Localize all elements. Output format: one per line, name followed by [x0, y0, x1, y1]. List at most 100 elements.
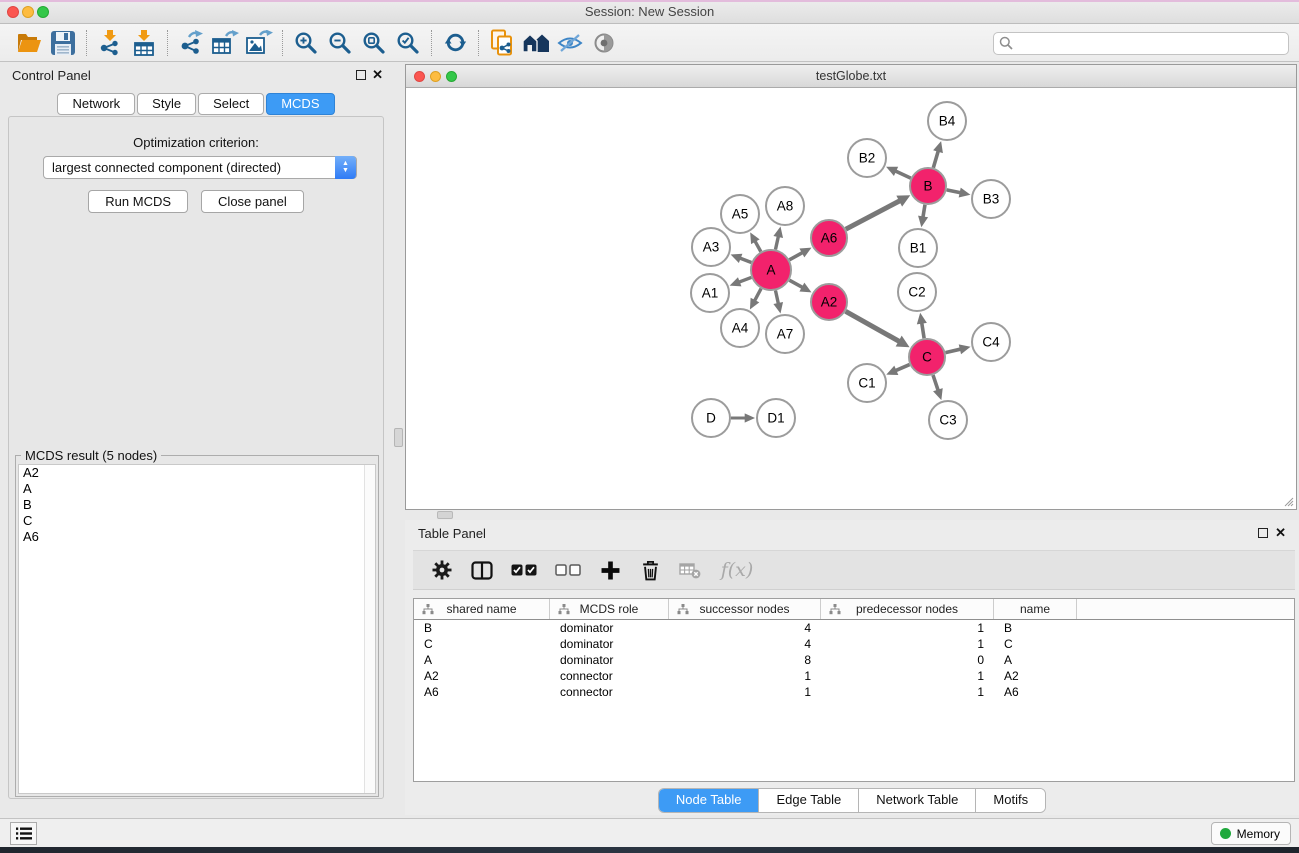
cell-successor-nodes[interactable]: 4 — [669, 620, 821, 636]
tab-node-table[interactable]: Node Table — [659, 789, 760, 812]
graph-edge-B-B2[interactable] — [895, 171, 911, 178]
cell-predecessor-nodes[interactable]: 1 — [821, 620, 994, 636]
table-float-icon[interactable] — [1258, 528, 1268, 538]
column-header-name[interactable]: name — [994, 599, 1077, 619]
zoom-fit-icon[interactable] — [357, 27, 391, 59]
graph-edge-A-A5[interactable] — [755, 241, 761, 252]
cell-shared-name[interactable]: C — [414, 636, 550, 652]
graph-edge-A-A2[interactable] — [789, 280, 802, 287]
zoom-selected-icon[interactable] — [391, 27, 425, 59]
horizontal-splitter-handle[interactable] — [437, 511, 453, 519]
mcds-result-item[interactable]: B — [19, 497, 375, 513]
deselect-all-icon[interactable] — [553, 556, 583, 584]
mcds-result-item[interactable]: A — [19, 481, 375, 497]
float-panel-icon[interactable] — [356, 70, 366, 80]
table-close-icon[interactable]: ✕ — [1275, 527, 1286, 539]
graph-edge-B-B1[interactable] — [923, 205, 925, 218]
criterion-select[interactable]: largest connected component (directed) ▲… — [43, 156, 357, 179]
export-table-icon[interactable] — [208, 27, 242, 59]
network-graph-canvas[interactable]: B4B2BB3A5A8A6B1A3AA1C2A2A4A7C4CC1C3DD1 — [406, 88, 1296, 509]
import-table-icon[interactable] — [127, 27, 161, 59]
select-all-icon[interactable] — [509, 556, 539, 584]
cell-successor-nodes[interactable]: 1 — [669, 684, 821, 700]
run-mcds-button[interactable]: Run MCDS — [88, 190, 188, 213]
refresh-icon[interactable] — [438, 27, 472, 59]
cell-MCDS-role[interactable]: connector — [550, 684, 669, 700]
graph-edge-C-C1[interactable] — [895, 365, 909, 371]
graph-edge-C-C3[interactable] — [933, 375, 938, 391]
cell-name[interactable]: A6 — [994, 684, 1077, 700]
cell-shared-name[interactable]: A2 — [414, 668, 550, 684]
graph-edge-A-A4[interactable] — [754, 289, 761, 301]
open-session-icon[interactable] — [12, 27, 46, 59]
save-session-icon[interactable] — [46, 27, 80, 59]
cell-MCDS-role[interactable]: connector — [550, 668, 669, 684]
task-history-button[interactable] — [10, 822, 37, 845]
export-image-icon[interactable] — [242, 27, 276, 59]
network-window-titlebar[interactable]: testGlobe.txt — [406, 65, 1296, 88]
tab-network-table[interactable]: Network Table — [859, 789, 976, 812]
cell-name[interactable]: B — [994, 620, 1077, 636]
cell-shared-name[interactable]: A — [414, 652, 550, 668]
column-header-successor-nodes[interactable]: successor nodes — [669, 599, 821, 619]
resize-grip-icon[interactable] — [1282, 495, 1294, 507]
memory-button[interactable]: Memory — [1211, 822, 1291, 845]
tab-select[interactable]: Select — [198, 93, 264, 115]
cell-shared-name[interactable]: A6 — [414, 684, 550, 700]
table-row[interactable]: Bdominator41B — [414, 620, 1294, 636]
table-row[interactable]: Cdominator41C — [414, 636, 1294, 652]
cell-MCDS-role[interactable]: dominator — [550, 652, 669, 668]
zoom-out-icon[interactable] — [323, 27, 357, 59]
column-header-MCDS-role[interactable]: MCDS role — [550, 599, 669, 619]
search-input[interactable] — [993, 32, 1289, 55]
tab-mcds[interactable]: MCDS — [266, 93, 334, 115]
vertical-splitter-handle[interactable] — [394, 428, 403, 447]
cell-name[interactable]: A2 — [994, 668, 1077, 684]
table-row[interactable]: A2connector11A2 — [414, 668, 1294, 684]
cell-shared-name[interactable]: B — [414, 620, 550, 636]
graph-edge-B-B4[interactable] — [933, 151, 938, 168]
table-row[interactable]: A6connector11A6 — [414, 684, 1294, 700]
cell-successor-nodes[interactable]: 8 — [669, 652, 821, 668]
graph-edge-A-A8[interactable] — [775, 236, 778, 249]
graph-edge-A-A7[interactable] — [775, 291, 778, 304]
cell-successor-nodes[interactable]: 4 — [669, 636, 821, 652]
copy-style-icon[interactable] — [485, 27, 519, 59]
mcds-result-item[interactable]: C — [19, 513, 375, 529]
cell-predecessor-nodes[interactable]: 0 — [821, 652, 994, 668]
graph-edge-A2-C[interactable] — [846, 311, 900, 341]
eye-icon[interactable] — [587, 27, 621, 59]
close-panel-icon[interactable]: ✕ — [372, 69, 383, 81]
graph-edge-C-C4[interactable] — [945, 349, 960, 353]
graph-edge-A-A1[interactable] — [739, 277, 752, 282]
list-scrollbar[interactable] — [364, 465, 375, 793]
add-column-icon[interactable] — [597, 556, 623, 584]
column-header-predecessor-nodes[interactable]: predecessor nodes — [821, 599, 994, 619]
cell-name[interactable]: C — [994, 636, 1077, 652]
delete-column-icon[interactable] — [637, 556, 663, 584]
cell-name[interactable]: A — [994, 652, 1077, 668]
mcds-result-item[interactable]: A2 — [19, 465, 375, 481]
tab-edge-table[interactable]: Edge Table — [759, 789, 859, 812]
zoom-in-icon[interactable] — [289, 27, 323, 59]
table-settings-icon[interactable] — [429, 556, 455, 584]
graph-edge-B-B3[interactable] — [947, 190, 961, 193]
tab-motifs[interactable]: Motifs — [976, 789, 1045, 812]
graph-edge-A-A3[interactable] — [740, 258, 752, 262]
cell-predecessor-nodes[interactable]: 1 — [821, 684, 994, 700]
cell-MCDS-role[interactable]: dominator — [550, 636, 669, 652]
close-panel-button[interactable]: Close panel — [201, 190, 304, 213]
cell-MCDS-role[interactable]: dominator — [550, 620, 669, 636]
graph-edge-A-A6[interactable] — [789, 252, 802, 259]
eye-slash-icon[interactable] — [553, 27, 587, 59]
cell-predecessor-nodes[interactable]: 1 — [821, 636, 994, 652]
export-network-icon[interactable] — [174, 27, 208, 59]
cell-successor-nodes[interactable]: 1 — [669, 668, 821, 684]
table-row[interactable]: Adominator80A — [414, 652, 1294, 668]
mcds-result-list[interactable]: A2ABCA6 — [18, 464, 376, 794]
graph-edge-C-C2[interactable] — [922, 323, 924, 339]
column-header-shared-name[interactable]: shared name — [414, 599, 550, 619]
cell-predecessor-nodes[interactable]: 1 — [821, 668, 994, 684]
mcds-result-item[interactable]: A6 — [19, 529, 375, 545]
import-network-icon[interactable] — [93, 27, 127, 59]
